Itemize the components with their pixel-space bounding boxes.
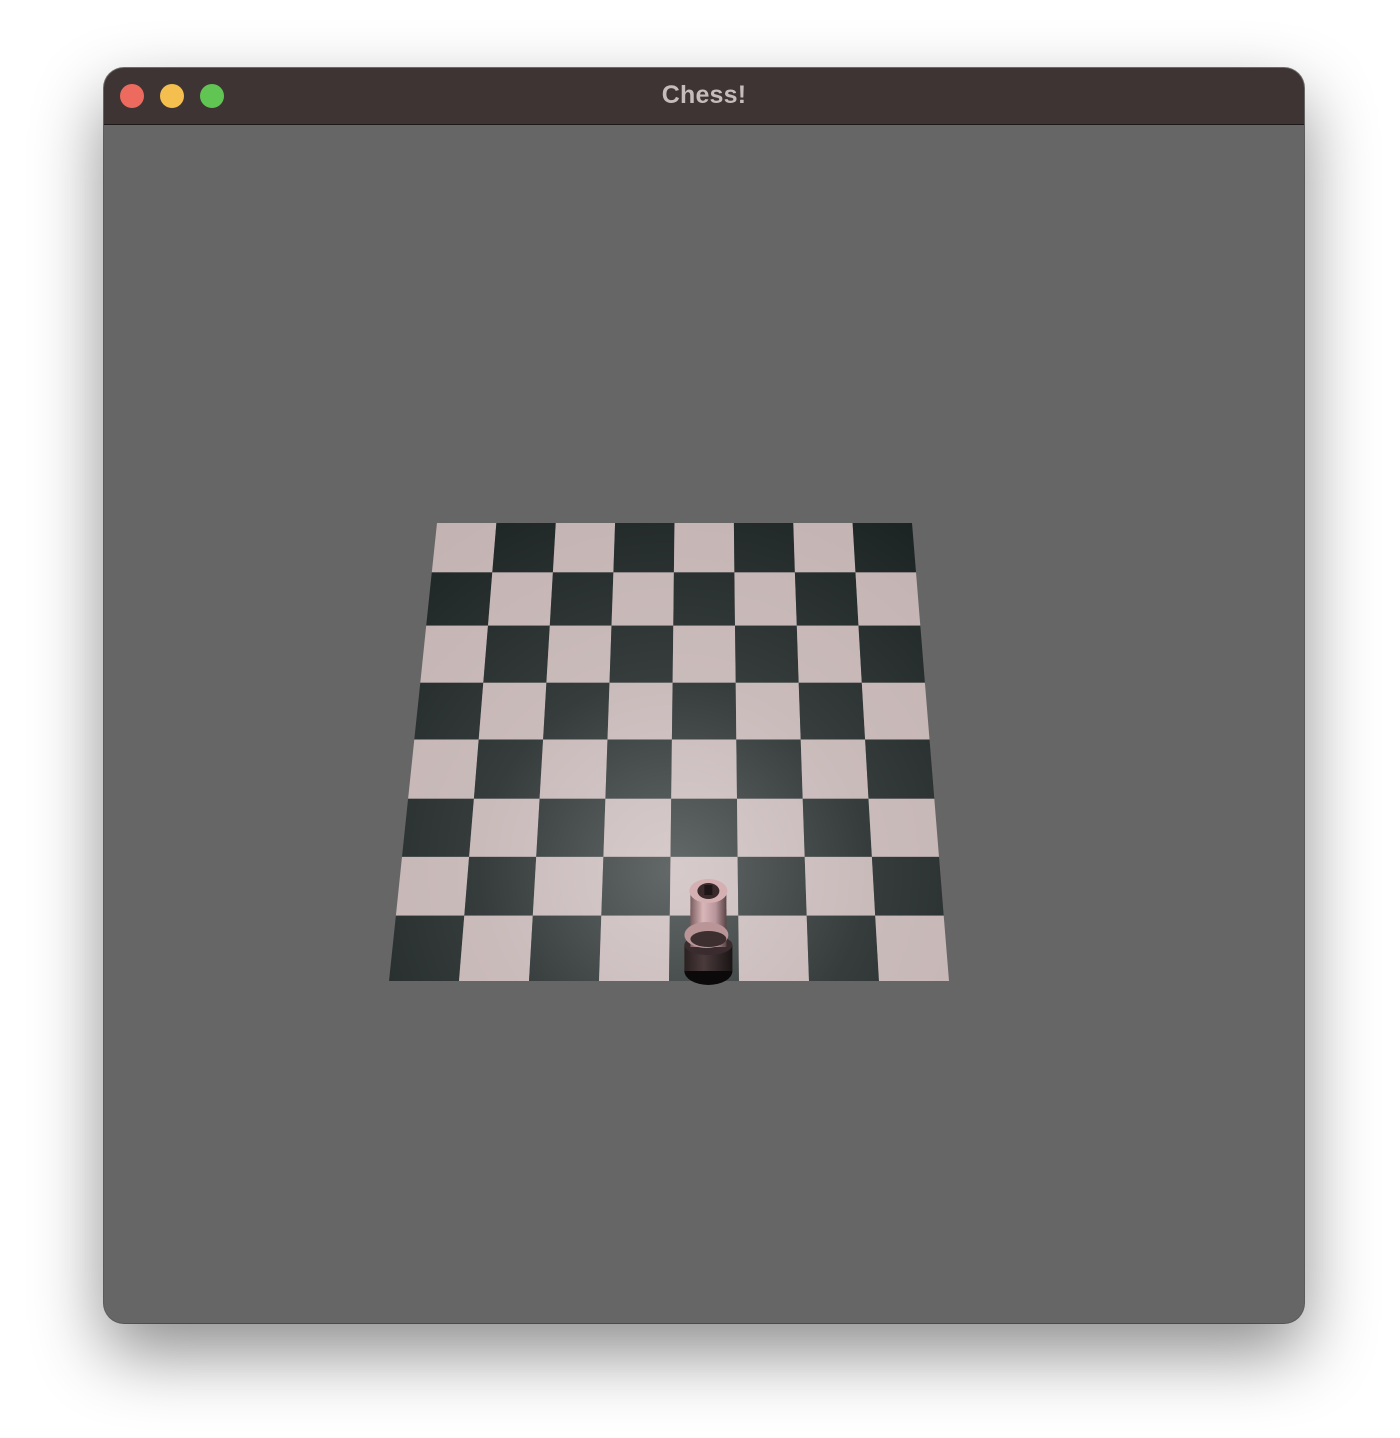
- board-square[interactable]: [875, 915, 949, 981]
- board-square[interactable]: [532, 856, 604, 916]
- board-square[interactable]: [395, 856, 470, 916]
- board-square[interactable]: [492, 523, 556, 573]
- board-square[interactable]: [671, 739, 737, 799]
- board-square[interactable]: [605, 739, 672, 799]
- rook-part: [690, 931, 727, 947]
- board-square[interactable]: [861, 682, 930, 740]
- board-square[interactable]: [673, 572, 735, 626]
- board-square[interactable]: [793, 523, 856, 573]
- board-square[interactable]: [865, 739, 935, 799]
- board-square[interactable]: [735, 682, 801, 740]
- board-square[interactable]: [611, 572, 674, 626]
- board-square[interactable]: [536, 798, 606, 857]
- board-square[interactable]: [738, 915, 809, 981]
- board-square[interactable]: [737, 856, 807, 916]
- board-square[interactable]: [549, 572, 614, 626]
- board-square[interactable]: [552, 523, 616, 573]
- board-square[interactable]: [800, 739, 869, 799]
- window-title: Chess!: [661, 81, 747, 109]
- app-window: Chess!: [104, 68, 1304, 1323]
- board-square[interactable]: [804, 856, 876, 916]
- board-square[interactable]: [735, 625, 799, 683]
- rook-piece[interactable]: [684, 879, 733, 985]
- board-square[interactable]: [599, 915, 670, 981]
- board-square[interactable]: [796, 625, 862, 683]
- board-square[interactable]: [478, 682, 547, 740]
- board-square[interactable]: [736, 739, 803, 799]
- title-bar[interactable]: Chess!: [104, 68, 1304, 125]
- board-square[interactable]: [414, 682, 484, 740]
- board-square[interactable]: [459, 915, 533, 981]
- chess-board[interactable]: [389, 523, 949, 981]
- board-square[interactable]: [601, 856, 671, 916]
- rook-part: [704, 885, 713, 895]
- board-square[interactable]: [420, 625, 488, 683]
- board-square[interactable]: [858, 625, 925, 683]
- board-square[interactable]: [670, 798, 738, 857]
- board-square[interactable]: [673, 523, 735, 573]
- board-square[interactable]: [402, 798, 474, 857]
- board-square[interactable]: [408, 739, 479, 799]
- board-square[interactable]: [431, 523, 497, 573]
- board-square[interactable]: [543, 682, 610, 740]
- board-square[interactable]: [603, 798, 672, 857]
- board-square[interactable]: [852, 523, 916, 573]
- board-square[interactable]: [464, 856, 537, 916]
- board-square[interactable]: [806, 915, 879, 981]
- board-square[interactable]: [671, 682, 737, 740]
- board-square[interactable]: [546, 625, 612, 683]
- chess-scene[interactable]: [104, 125, 1304, 1323]
- board-square[interactable]: [871, 856, 944, 916]
- board-square[interactable]: [607, 682, 673, 740]
- board-square[interactable]: [798, 682, 866, 740]
- game-viewport[interactable]: [104, 125, 1304, 1323]
- board-square[interactable]: [868, 798, 940, 857]
- board-square[interactable]: [733, 523, 795, 573]
- board-square[interactable]: [855, 572, 921, 626]
- board-square[interactable]: [802, 798, 872, 857]
- board-square[interactable]: [737, 798, 805, 857]
- board-square[interactable]: [672, 625, 736, 683]
- board-square[interactable]: [473, 739, 544, 799]
- board-square[interactable]: [609, 625, 674, 683]
- board-square[interactable]: [539, 739, 608, 799]
- board-square[interactable]: [529, 915, 602, 981]
- board-square[interactable]: [613, 523, 675, 573]
- board-square[interactable]: [469, 798, 540, 857]
- board-square[interactable]: [389, 915, 465, 981]
- board-square[interactable]: [488, 572, 553, 626]
- pieces-layer[interactable]: [684, 879, 733, 985]
- board-square[interactable]: [734, 572, 797, 626]
- board-square[interactable]: [426, 572, 493, 626]
- board-square[interactable]: [794, 572, 859, 626]
- board-square[interactable]: [483, 625, 550, 683]
